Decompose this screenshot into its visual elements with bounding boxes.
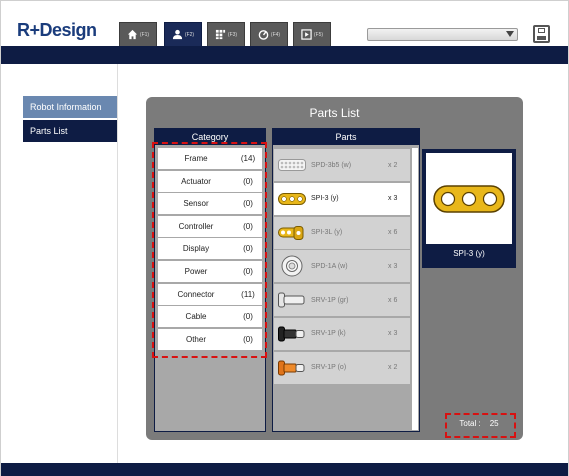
link-bracket-icon — [278, 192, 306, 205]
part-row-srv-1p-gr[interactable]: SRV-1P (gr) x 6 — [274, 284, 410, 317]
category-row-sensor[interactable]: Sensor (0) — [158, 193, 262, 215]
sidebar: Robot Information Parts List — [16, 64, 118, 463]
chevron-down-icon — [506, 31, 514, 37]
category-row-power[interactable]: Power (0) — [158, 260, 262, 282]
parts-list-panel: Parts List Category Frame (14) Actuator (0… — [146, 97, 523, 440]
user-icon — [172, 29, 182, 40]
header-band — [1, 46, 568, 64]
sidebar-item-parts-list[interactable]: Parts List — [23, 120, 117, 142]
tab-key-label: (F4) — [270, 31, 281, 38]
tab-key-label: (F1) — [139, 31, 150, 38]
sidebar-item-robot-information[interactable]: Robot Information — [23, 96, 117, 118]
category-row-connector[interactable]: Connector (11) — [158, 283, 262, 305]
rivet-icon — [278, 292, 305, 308]
tab-key-label: (F2) — [184, 31, 195, 38]
category-row-frame[interactable]: Frame (14) — [158, 148, 262, 169]
sidebar-item-label: Parts List — [30, 126, 68, 136]
rivet-icon — [278, 326, 305, 342]
l-bracket-icon — [278, 225, 304, 240]
panel-title: Parts List — [309, 106, 360, 120]
total-value: 25 — [489, 419, 499, 428]
tab-key-label: (F5) — [313, 31, 324, 38]
save-icon — [538, 28, 545, 33]
play-icon — [301, 29, 312, 40]
category-row-actuator[interactable]: Actuator (0) — [158, 170, 262, 192]
top-bar: R+Design (F1) (F2) (F3) (F4) (F5) — [1, 1, 568, 46]
category-column: Category Frame (14) Actuator (0) Sensor (0)… — [152, 128, 267, 432]
sidebar-item-label: Robot Information — [30, 102, 102, 112]
tab-parts[interactable]: (F3) — [207, 22, 245, 46]
tab-test[interactable]: (F4) — [250, 22, 288, 46]
tab-robot[interactable]: (F2) — [164, 22, 202, 46]
tab-key-label: (F3) — [227, 31, 238, 38]
tab-home[interactable]: (F1) — [119, 22, 157, 46]
app-logo: R+Design — [17, 20, 97, 40]
part-preview-name: SPI-3 (y) — [453, 249, 485, 258]
save-button[interactable] — [533, 25, 550, 43]
part-preview-image — [426, 153, 512, 244]
part-row-spi-3-y[interactable]: SPI-3 (y) x 3 — [274, 182, 410, 215]
parts-header: Parts — [273, 129, 419, 145]
plate-icon — [278, 159, 306, 171]
link-bracket-icon — [433, 184, 505, 213]
parts-column: Parts SPD-3b5 (w) x 2 SPI-3 (y) x 3 SPI-… — [272, 128, 420, 432]
parts-scrollbar[interactable] — [412, 148, 418, 430]
part-row-spi-3l-y[interactable]: SPI-3L (y) x 6 — [274, 216, 410, 249]
parts-list: SPD-3b5 (w) x 2 SPI-3 (y) x 3 SPI-3L (y)… — [274, 149, 410, 386]
washer-icon — [281, 255, 303, 277]
grid-icon — [215, 29, 225, 40]
app-window: R+Design (F1) (F2) (F3) (F4) (F5) Robot … — [0, 0, 569, 476]
part-preview: SPI-3 (y) — [422, 149, 516, 268]
robot-select-dropdown[interactable] — [367, 28, 518, 41]
part-row-spd-3b5-w[interactable]: SPD-3b5 (w) x 2 — [274, 149, 410, 181]
footer-band — [1, 463, 568, 476]
category-row-cable[interactable]: Cable (0) — [158, 306, 262, 328]
category-row-controller[interactable]: Controller (0) — [158, 215, 262, 237]
main-content: Parts List Category Frame (14) Actuator (0… — [118, 64, 551, 463]
part-row-srv-1p-o[interactable]: SRV-1P (o) x 2 — [274, 351, 410, 384]
part-row-spd-1a-w[interactable]: SPD-1A (w) x 3 — [274, 250, 410, 283]
total-count: Total : 25 — [444, 414, 514, 433]
category-header: Category — [155, 129, 265, 145]
gauge-icon — [258, 30, 269, 40]
category-list: Frame (14) Actuator (0) Sensor (0) Controll… — [158, 148, 262, 351]
category-row-other[interactable]: Other (0) — [158, 328, 262, 350]
rivet-icon — [278, 360, 305, 376]
home-icon — [127, 29, 137, 40]
part-row-srv-1p-k[interactable]: SRV-1P (k) x 3 — [274, 317, 410, 350]
category-row-display[interactable]: Display (0) — [158, 238, 262, 260]
total-label: Total : — [459, 419, 481, 428]
tab-play[interactable]: (F5) — [293, 22, 331, 46]
